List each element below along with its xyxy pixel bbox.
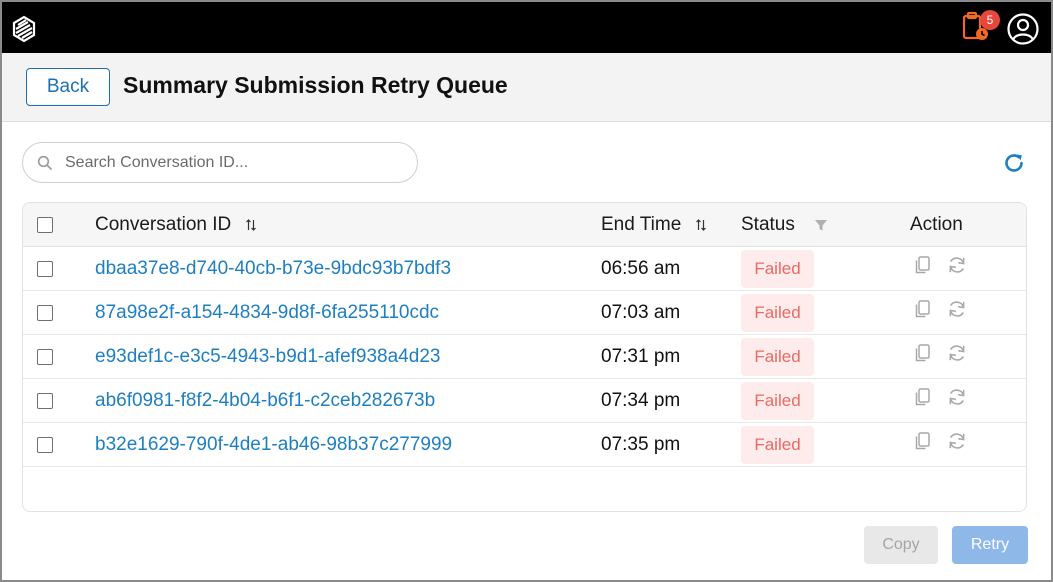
row-checkbox[interactable]	[37, 393, 53, 409]
sort-icon[interactable]	[695, 219, 707, 231]
table-row: ab6f0981-f8f2-4b04-b6f1-c2ceb282673b 07:…	[23, 379, 1026, 423]
retry-button[interactable]: Retry	[952, 526, 1028, 564]
status-badge: Failed	[741, 338, 814, 376]
copy-icon[interactable]	[913, 387, 931, 407]
status-badge: Failed	[741, 382, 814, 420]
retry-icon[interactable]	[947, 431, 967, 451]
copy-icon[interactable]	[913, 343, 931, 363]
row-checkbox[interactable]	[37, 437, 53, 453]
search-input[interactable]	[65, 151, 405, 175]
page-title: Summary Submission Retry Queue	[123, 72, 508, 98]
retry-icon[interactable]	[947, 255, 967, 275]
retry-icon[interactable]	[947, 387, 967, 407]
column-header-label: Conversation ID	[95, 214, 232, 235]
end-time: 07:03 am	[601, 302, 681, 323]
end-time: 07:35 pm	[601, 434, 681, 455]
row-checkbox[interactable]	[37, 261, 53, 277]
notifications-button[interactable]: 5	[960, 10, 1000, 44]
end-time: 07:31 pm	[601, 346, 681, 367]
conversation-id-link[interactable]: b32e1629-790f-4de1-ab46-98b37c277999	[95, 434, 452, 456]
filter-icon[interactable]	[814, 218, 828, 232]
retry-icon[interactable]	[947, 343, 967, 363]
row-checkbox[interactable]	[37, 305, 53, 321]
column-header-status: Status	[741, 214, 828, 236]
app-window: 5 Back Summary Submission Retry Queue Se…	[0, 0, 1053, 582]
column-header-label: Status	[741, 214, 795, 235]
copy-icon[interactable]	[913, 299, 931, 319]
queue-panel: Conversation ID End Time Status	[2, 121, 1051, 580]
conversation-id-link[interactable]: dbaa37e8-d740-40cb-b73e-9bdc93b7bdf3	[95, 258, 451, 280]
copy-button[interactable]: Copy	[864, 526, 938, 564]
end-time: 07:34 pm	[601, 390, 681, 411]
notification-badge: 5	[980, 10, 1000, 30]
column-header-label: End Time	[601, 214, 682, 235]
back-button[interactable]: Back	[26, 68, 110, 106]
table-row: e93def1c-e3c5-4943-b9d1-afef938a4d23 07:…	[23, 335, 1026, 379]
conversation-id-link[interactable]: ab6f0981-f8f2-4b04-b6f1-c2ceb282673b	[95, 390, 435, 412]
column-header-end-time[interactable]: End Time	[601, 214, 707, 236]
search-icon	[37, 155, 53, 171]
table-header: Conversation ID End Time Status Action	[23, 203, 1026, 247]
table-row: 87a98e2f-a154-4834-9d8f-6fa255110cdc 07:…	[23, 291, 1026, 335]
conversation-id-link[interactable]: e93def1c-e3c5-4943-b9d1-afef938a4d23	[95, 346, 440, 368]
page-header: Back Summary Submission Retry Queue	[2, 53, 1051, 121]
copy-icon[interactable]	[913, 431, 931, 451]
user-circle-icon[interactable]	[1006, 12, 1040, 46]
column-header-conversation-id[interactable]: Conversation ID	[95, 214, 257, 236]
app-logo-icon[interactable]	[8, 13, 40, 45]
end-time: 06:56 am	[601, 258, 681, 279]
column-header-action: Action	[910, 214, 963, 235]
table-row: b32e1629-790f-4de1-ab46-98b37c277999 07:…	[23, 423, 1026, 467]
refresh-icon[interactable]	[1002, 151, 1026, 175]
copy-icon[interactable]	[913, 255, 931, 275]
status-badge: Failed	[741, 294, 814, 332]
select-all-checkbox[interactable]	[37, 217, 53, 233]
queue-table: Conversation ID End Time Status Action d…	[22, 202, 1027, 512]
sort-icon[interactable]	[245, 219, 257, 231]
status-badge: Failed	[741, 426, 814, 464]
top-bar: 5	[2, 2, 1051, 53]
row-checkbox[interactable]	[37, 349, 53, 365]
search-box	[22, 142, 418, 183]
retry-icon[interactable]	[947, 299, 967, 319]
status-badge: Failed	[741, 250, 814, 288]
conversation-id-link[interactable]: 87a98e2f-a154-4834-9d8f-6fa255110cdc	[95, 302, 439, 324]
table-row: dbaa37e8-d740-40cb-b73e-9bdc93b7bdf3 06:…	[23, 247, 1026, 291]
